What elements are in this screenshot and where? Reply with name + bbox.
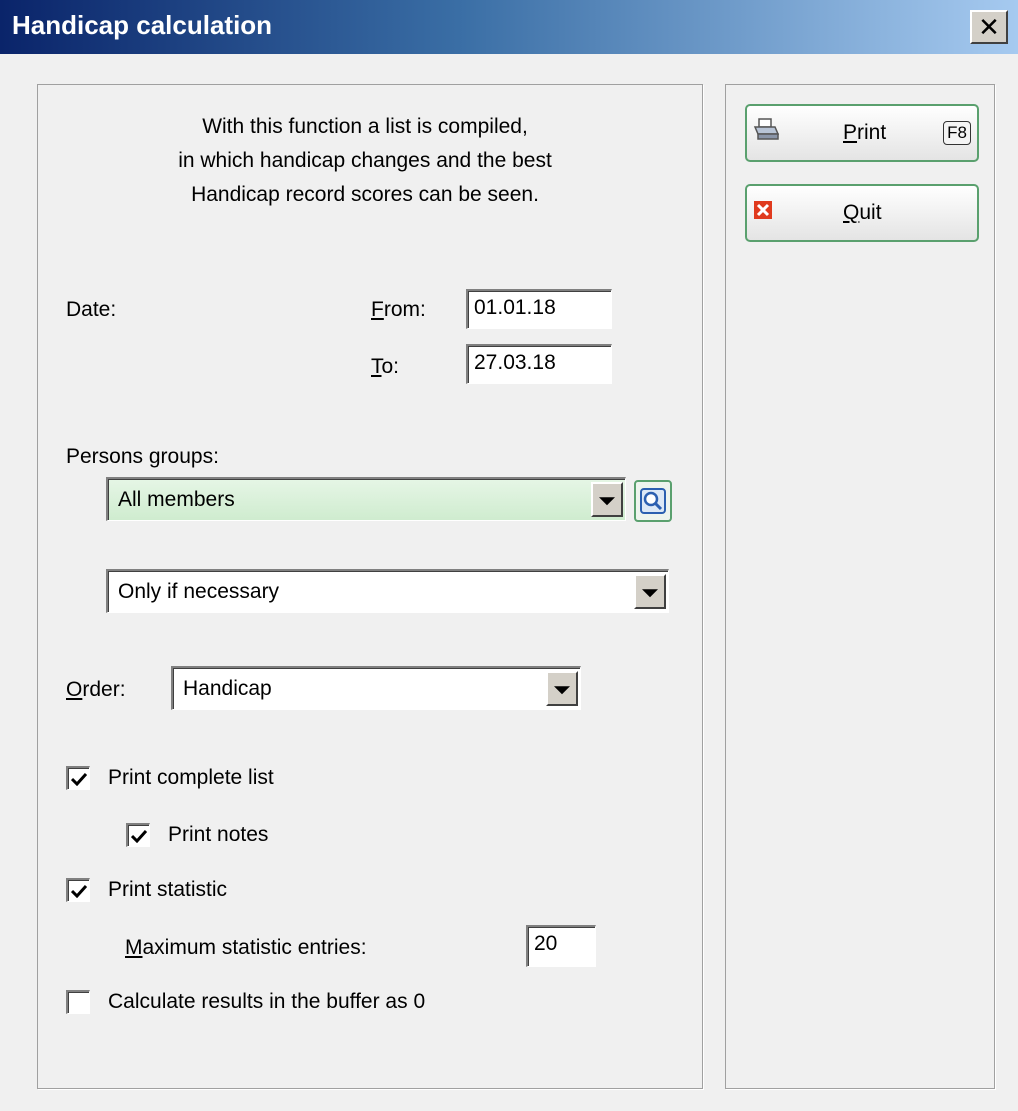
persons-group-select[interactable]: All members (106, 477, 626, 521)
print-statistic-label: Print statistic (108, 878, 228, 901)
intro-line: With this function a list is compiled, (202, 115, 528, 138)
to-label-mnemonic: T (371, 355, 382, 378)
persons-groups-label: Persons groups: (66, 445, 219, 468)
calc-buffer-label: Calculate results in the buffer as 0 (108, 990, 426, 1013)
print-complete-list-label: Print complete list (108, 766, 274, 789)
close-icon: ✕ (978, 12, 1000, 42)
persons-group-value: All members (118, 487, 235, 511)
print-mode-select[interactable]: Only if necessary (106, 569, 669, 613)
print-label-text: rint (857, 121, 887, 144)
print-notes-checkbox[interactable] (126, 823, 150, 847)
print-mode-value: Only if necessary (118, 579, 280, 603)
intro-line: Handicap record scores can be seen. (191, 183, 539, 206)
max-entries-mnemonic: M (125, 936, 143, 959)
chevron-down-icon[interactable] (546, 671, 578, 706)
max-entries-input[interactable]: 20 (526, 925, 596, 967)
window-title: Handicap calculation (12, 10, 273, 40)
close-icon (753, 200, 773, 226)
group-lookup-button[interactable] (634, 480, 672, 522)
close-window-button[interactable]: ✕ (970, 10, 1008, 44)
max-entries-text: aximum statistic entries: (142, 936, 367, 959)
max-entries-label: Maximum statistic entries: (125, 936, 367, 960)
from-label-mnemonic: F (371, 298, 384, 321)
checkmark-icon (130, 829, 147, 843)
f8-shortcut-badge: F8 (943, 121, 971, 145)
print-mnemonic: P (843, 121, 858, 144)
to-label-text: o: (381, 355, 400, 378)
checkmark-icon (70, 772, 87, 786)
order-label: Order: (66, 678, 126, 702)
date-label: Date: (66, 298, 117, 321)
from-label: From: (371, 298, 426, 322)
order-value: Handicap (183, 676, 272, 700)
checkmark-icon (70, 884, 87, 898)
date-to-input[interactable]: 27.03.18 (466, 344, 612, 384)
intro-text: With this function a list is compiled, i… (95, 110, 635, 212)
calc-buffer-checkbox[interactable] (66, 990, 90, 1014)
quit-label-text: uit (859, 201, 882, 224)
printer-icon (753, 118, 780, 148)
chevron-down-icon[interactable] (634, 574, 666, 609)
order-select[interactable]: Handicap (171, 666, 581, 710)
print-complete-list-checkbox[interactable] (66, 766, 90, 790)
chevron-down-icon[interactable] (591, 482, 623, 517)
print-notes-label: Print notes (168, 823, 269, 846)
print-statistic-checkbox[interactable] (66, 878, 90, 902)
quit-button-label: Quit (843, 201, 882, 225)
title-bar: Handicap calculation ✕ (0, 0, 1018, 54)
print-button-label: Print (843, 121, 886, 145)
magnifier-icon (640, 488, 666, 514)
intro-line: in which handicap changes and the best (178, 149, 552, 172)
to-label: To: (371, 355, 399, 379)
quit-mnemonic: Q (843, 201, 860, 224)
from-label-text: rom: (383, 298, 426, 321)
date-from-input[interactable]: 01.01.18 (466, 289, 612, 329)
order-label-text: rder: (82, 678, 126, 701)
order-label-mnemonic: O (66, 678, 83, 701)
quit-button[interactable]: Quit (745, 184, 979, 242)
print-button[interactable]: Print F8 (745, 104, 979, 162)
